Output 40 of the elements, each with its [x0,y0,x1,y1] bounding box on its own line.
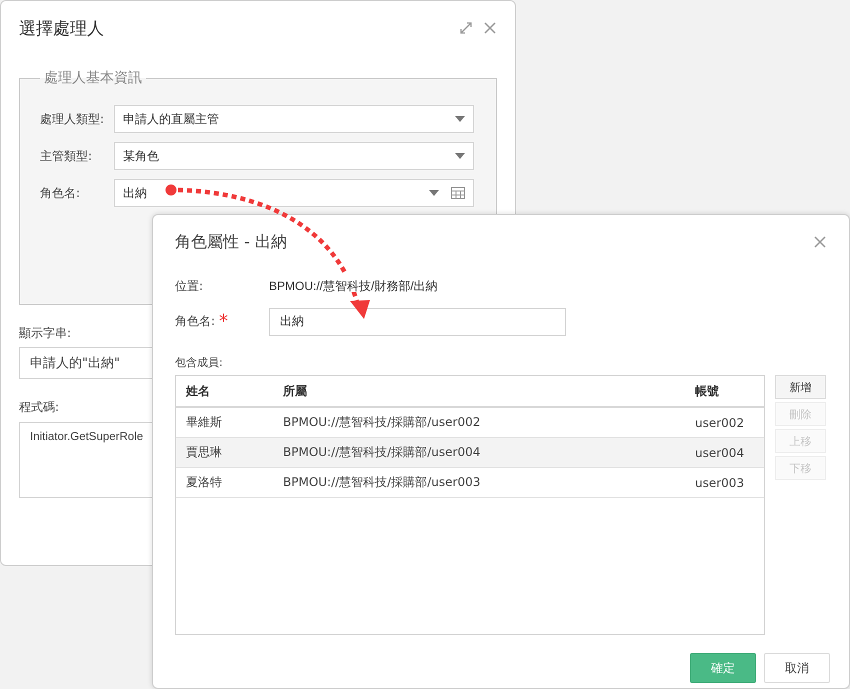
table-cell-text: BPMOU://慧智科技/採購部/user004 [283,444,482,461]
field-label: 包含成員: [175,355,224,370]
caret-icon [455,116,465,122]
field-label: 位置: [175,278,204,295]
input-field[interactable]: 出納 [269,308,566,336]
field-label: 程式碼: [19,399,60,416]
close-icon[interactable] [483,21,497,35]
cancel-button[interactable]: 取消 [764,653,830,683]
table-cell-text: 賈思琳 [186,444,223,461]
field-label: 主管類型: [40,148,94,164]
location-text: BPMOU://慧智科技/財務部/出納 [269,278,438,295]
section-legend: 處理人基本資訊 [40,69,146,87]
picker-field[interactable]: 出納 [114,179,474,207]
table-cell-text: 畢維斯 [186,414,223,431]
window-title: 選擇處理人 [19,18,105,40]
required-mark: * [219,311,228,332]
table-cell-text: user004 [695,446,746,460]
column-header: 帳號 [695,382,720,400]
table-icon[interactable] [451,187,465,199]
side-button[interactable]: 新增 [775,375,826,399]
caret-icon [455,153,465,159]
field-label: 顯示字串: [19,325,72,342]
table-cell-text: 夏洛特 [186,474,223,491]
field-label: 處理人類型: [40,110,106,128]
table-row[interactable]: 夏洛特 BPMOU://慧智科技/採購部/user003 user003 [176,468,764,498]
dropdown-field[interactable]: 某角色 [114,142,474,170]
field-label: 角色名: [175,313,216,330]
window-title: 角色屬性 - 出納 [175,232,288,252]
table-row[interactable]: 賈思琳 BPMOU://慧智科技/採購部/user004 user004 [176,438,764,468]
expand-icon[interactable] [459,21,473,35]
table-cell-text: user003 [695,476,746,490]
close-icon[interactable] [813,235,827,249]
column-header: 姓名 [186,382,211,400]
table-cell-text: BPMOU://慧智科技/採購部/user003 [283,474,482,491]
caret-icon [429,190,439,196]
dropdown-field[interactable]: 申請人的直屬主管 [114,105,474,133]
field-label: 角色名: [40,184,82,202]
table-cell-text: user002 [695,416,746,430]
table-cell-text: BPMOU://慧智科技/採購部/user002 [283,414,482,431]
column-header: 所屬 [283,382,308,400]
